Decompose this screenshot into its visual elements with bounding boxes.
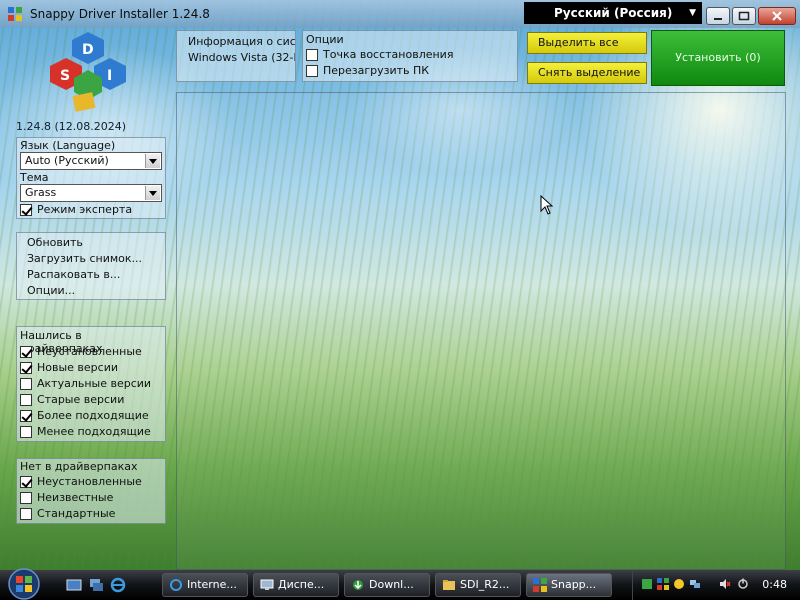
language-dropdown[interactable]: Auto (Русский): [20, 152, 162, 170]
svg-text:I: I: [107, 68, 112, 84]
extract-to-link[interactable]: Распаковать в...: [27, 268, 120, 281]
close-icon: [772, 11, 782, 21]
load-snapshot-link[interactable]: Загрузить снимок...: [27, 252, 142, 265]
chevron-down-icon: ▼: [689, 8, 696, 18]
power-icon[interactable]: [737, 578, 749, 590]
language-selector[interactable]: Русский (Россия) ▼: [524, 2, 702, 24]
close-button[interactable]: [758, 7, 796, 25]
theme-dropdown[interactable]: Grass: [20, 184, 162, 202]
filter-label: Актуальные версии: [37, 377, 152, 390]
checkbox-unchecked-icon[interactable]: [20, 378, 32, 390]
checkbox-checked-icon[interactable]: [20, 476, 32, 488]
start-button[interactable]: [4, 566, 44, 600]
system-info-title: Информация о систе: [188, 35, 296, 48]
taskbar-task-label: SDI_R2...: [460, 578, 510, 591]
taskbar-task-label: Snapp...: [551, 578, 597, 591]
checkbox-checked-icon[interactable]: [20, 362, 32, 374]
filter-label: Стандартные: [37, 507, 116, 520]
deselect-button[interactable]: Снять выделение: [527, 62, 647, 84]
expert-mode-label: Режим эксперта: [37, 203, 133, 216]
sdi-icon: [533, 578, 547, 592]
taskbar-task-label: Downl...: [369, 578, 414, 591]
filter-label: Неизвестные: [37, 491, 114, 504]
options-panel: Опции Точка восстановления Перезагрузить…: [302, 30, 518, 82]
theme-dropdown-value: Grass: [25, 186, 57, 199]
not-in-packs-title: Нет в драйверпаках: [20, 460, 138, 473]
filter-label: Более подходящие: [37, 409, 149, 422]
tray-sdi-icon[interactable]: [657, 578, 669, 590]
filter-label: Новые версии: [37, 361, 119, 374]
mouse-cursor-icon: [540, 195, 554, 215]
device-manager-icon: [260, 579, 274, 590]
theme-label: Тема: [20, 171, 49, 184]
reboot-label: Перезагрузить ПК: [323, 64, 430, 77]
language-selector-label: Русский (Россия): [554, 6, 673, 20]
not-in-packs-panel: Нет в драйверпаках Неустановленные Неизв…: [16, 458, 166, 524]
options-title: Опции: [306, 33, 344, 46]
volume-icon[interactable]: [719, 578, 731, 590]
svg-text:D: D: [82, 42, 94, 58]
download-icon: [353, 580, 363, 590]
taskbar-task-internet-explorer[interactable]: Interne...: [162, 573, 248, 597]
minimize-button[interactable]: [706, 7, 730, 25]
checkbox-checked-icon[interactable]: [20, 204, 32, 216]
minimize-icon: [714, 18, 722, 20]
found-in-packs-panel: Нашлись в драйверпаках Неустановленные Н…: [16, 326, 166, 442]
svg-text:S: S: [60, 68, 70, 84]
checkbox-unchecked-icon[interactable]: [20, 394, 32, 406]
system-info-os: Windows Vista (32-bit: [188, 51, 296, 64]
driver-list-area[interactable]: [176, 92, 786, 570]
ie-icon[interactable]: [110, 577, 126, 593]
checkbox-unchecked-icon[interactable]: [306, 49, 318, 61]
language-label: Язык (Language): [20, 139, 116, 152]
ie-icon: [170, 579, 182, 591]
system-tray: 0:48: [632, 570, 800, 600]
language-dropdown-value: Auto (Русский): [25, 154, 109, 167]
filter-label: Менее подходящие: [37, 425, 151, 438]
filter-label: Неустановленные: [37, 475, 142, 488]
maximize-button[interactable]: [732, 7, 756, 25]
clock[interactable]: 0:48: [762, 578, 787, 591]
restore-point-label: Точка восстановления: [323, 48, 454, 61]
dropdown-arrow-icon[interactable]: [145, 186, 160, 200]
taskbar-task-label: Диспе...: [278, 578, 325, 591]
checkbox-unchecked-icon[interactable]: [306, 65, 318, 77]
system-info-panel[interactable]: Информация о систе Windows Vista (32-bit: [176, 30, 296, 82]
install-button[interactable]: Установить (0): [651, 30, 785, 86]
taskbar-task-snappy[interactable]: Snapp...: [526, 573, 612, 597]
switch-windows-icon[interactable]: [88, 577, 104, 593]
options-link[interactable]: Опции...: [27, 284, 75, 297]
refresh-link[interactable]: Обновить: [27, 236, 83, 249]
checkbox-checked-icon[interactable]: [20, 346, 32, 358]
window-title: Snappy Driver Installer 1.24.8: [30, 7, 210, 21]
tray-app-icon[interactable]: [641, 578, 653, 590]
app-icon: [8, 7, 22, 21]
dropdown-arrow-icon[interactable]: [145, 154, 160, 168]
filter-label: Старые версии: [37, 393, 125, 406]
checkbox-unchecked-icon[interactable]: [20, 426, 32, 438]
maximize-icon: [738, 11, 750, 21]
taskbar: Interne... Диспе... Downl... SDI_R2... S…: [0, 568, 800, 600]
version-label: 1.24.8 (12.08.2024): [16, 120, 127, 133]
language-theme-panel: Язык (Language) Auto (Русский) Тема Gras…: [16, 137, 166, 219]
checkbox-unchecked-icon[interactable]: [20, 508, 32, 520]
sdi-logo: D S I: [50, 32, 126, 112]
actions-panel: Обновить Загрузить снимок... Распаковать…: [16, 232, 166, 300]
checkbox-unchecked-icon[interactable]: [20, 492, 32, 504]
taskbar-task-device-manager[interactable]: Диспе...: [253, 573, 339, 597]
tray-update-icon[interactable]: [673, 578, 685, 590]
show-desktop-icon[interactable]: [66, 577, 82, 593]
taskbar-task-downloads[interactable]: Downl...: [344, 573, 430, 597]
folder-icon: [443, 580, 455, 590]
taskbar-task-label: Interne...: [187, 578, 237, 591]
select-all-button[interactable]: Выделить все: [527, 32, 647, 54]
taskbar-task-sdi-folder[interactable]: SDI_R2...: [435, 573, 521, 597]
network-icon[interactable]: [689, 578, 701, 590]
checkbox-checked-icon[interactable]: [20, 410, 32, 422]
filter-label: Неустановленные: [37, 345, 142, 358]
